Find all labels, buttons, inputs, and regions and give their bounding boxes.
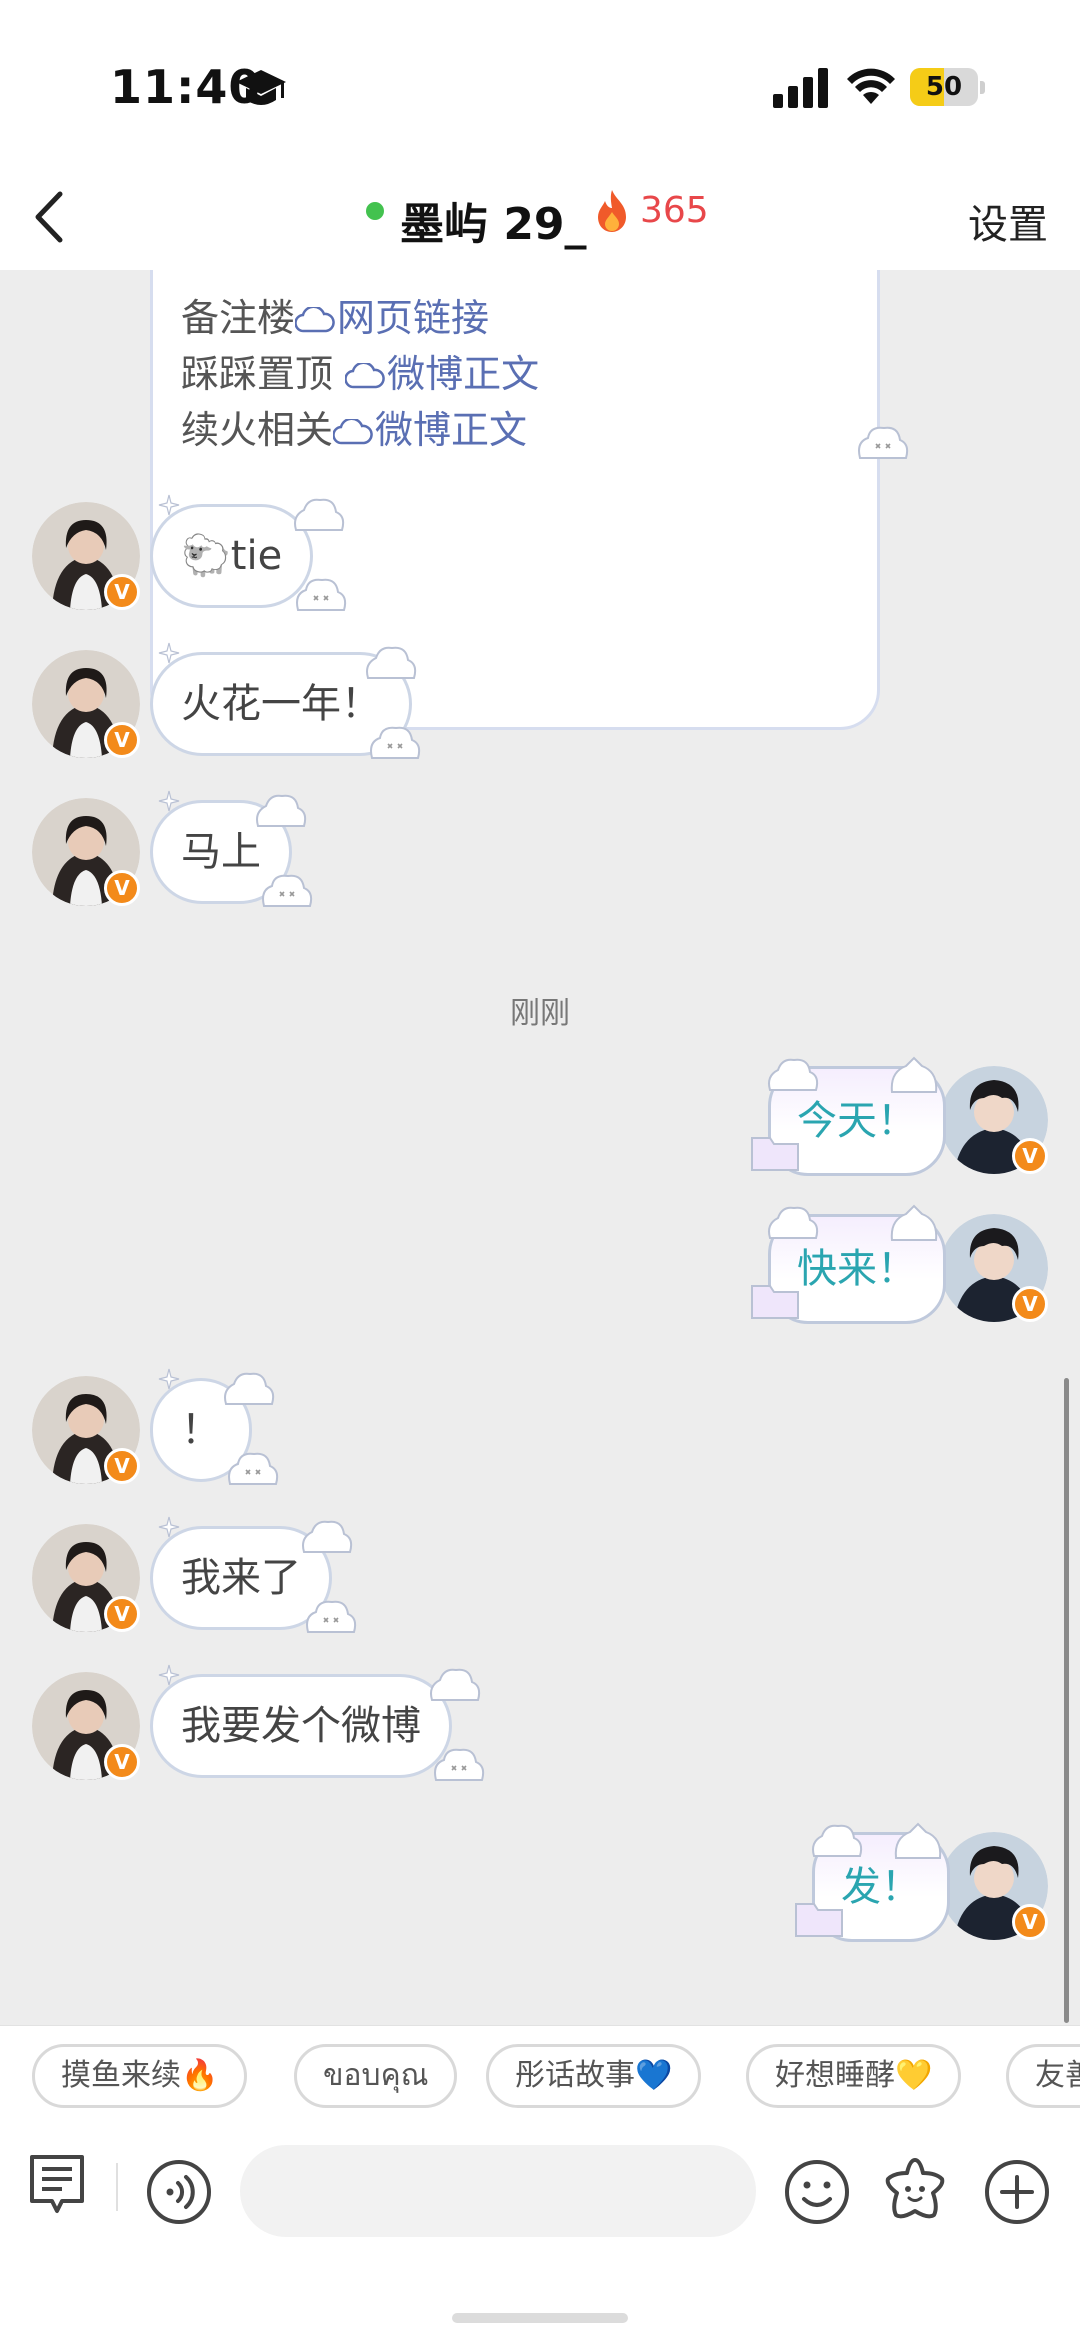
- add-icon[interactable]: [984, 2159, 1050, 2225]
- bubble-ghost-decoration: [858, 426, 909, 459]
- bubble-ghost-decoration: [430, 1668, 481, 1701]
- message-bubble[interactable]: 我要发个微博: [150, 1674, 452, 1778]
- folder-decoration: [751, 1137, 799, 1171]
- menu-list-icon[interactable]: [28, 2153, 86, 2217]
- message-input[interactable]: [240, 2145, 756, 2237]
- cloud-icon: [295, 307, 335, 333]
- bubble-ghost-decoration: [768, 1058, 819, 1091]
- bubble-ghost-decoration: [302, 1520, 353, 1553]
- contact-avatar[interactable]: V: [32, 1376, 140, 1484]
- my-avatar[interactable]: V: [940, 1214, 1048, 1322]
- cloud-icon: [333, 419, 373, 445]
- bubble-ghost-decoration: [224, 1372, 275, 1405]
- bubble-ghost-decoration: [812, 1824, 863, 1857]
- home-indicator: [452, 2313, 628, 2323]
- input-bar: [0, 2135, 1080, 2349]
- voice-icon[interactable]: [146, 2159, 212, 2225]
- emoji-icon[interactable]: [784, 2159, 850, 2225]
- verified-badge: V: [1012, 1138, 1048, 1174]
- graduation-cap-icon: [236, 70, 286, 105]
- verified-badge: V: [104, 1744, 140, 1780]
- card-link[interactable]: 微博正文: [375, 408, 527, 452]
- bubble-ghost-decoration: [890, 1204, 938, 1241]
- folder-decoration: [751, 1285, 799, 1319]
- chat-header: 墨屿 29_ 365 设置: [0, 170, 1080, 270]
- contact-avatar[interactable]: V: [32, 1672, 140, 1780]
- folder-decoration: [795, 1903, 843, 1937]
- quick-reply-chip[interactable]: ขอบคุณ: [294, 2044, 458, 2108]
- scrollbar[interactable]: [1064, 1378, 1069, 2023]
- divider: [116, 2163, 118, 2211]
- settings-button[interactable]: 设置: [968, 192, 1048, 250]
- quick-reply-chip[interactable]: 友善: [1006, 2044, 1080, 2108]
- chevron-left-icon[interactable]: [24, 182, 74, 252]
- chat-area[interactable]: 备注楼 网页链接 踩踩置顶 微博正文 续火相关 微博正文 V 🐑tie V 火花一年…: [0, 270, 1080, 2025]
- verified-badge: V: [104, 870, 140, 906]
- bubble-ghost-decoration: [768, 1206, 819, 1239]
- bubble-ghost-decoration: [894, 1822, 942, 1859]
- timestamp: 刚刚: [510, 996, 570, 1031]
- contact-avatar[interactable]: V: [32, 1524, 140, 1632]
- bubble-ghost-decoration: [370, 726, 421, 759]
- card-line: 续火相关 微博正文: [181, 408, 528, 452]
- verified-badge: V: [1012, 1286, 1048, 1322]
- bubble-ghost-decoration: [366, 646, 417, 679]
- bubble-ghost-decoration: [890, 1056, 938, 1093]
- my-avatar[interactable]: V: [940, 1832, 1048, 1940]
- online-status-dot: [366, 202, 384, 220]
- quick-reply-chip[interactable]: 摸鱼来续🔥: [32, 2044, 248, 2108]
- sticker-star-icon[interactable]: [880, 2155, 950, 2225]
- bubble-ghost-decoration: [228, 1452, 279, 1485]
- verified-badge: V: [104, 1448, 140, 1484]
- bubble-ghost-decoration: [306, 1600, 357, 1633]
- status-bar: 11:40 50: [0, 0, 1080, 170]
- wifi-icon: [847, 68, 895, 104]
- contact-name[interactable]: 墨屿 29_: [400, 188, 587, 252]
- verified-badge: V: [104, 722, 140, 758]
- card-line: 踩踩置顶 微博正文: [181, 352, 540, 396]
- contact-avatar[interactable]: V: [32, 502, 140, 610]
- bubble-ghost-decoration: [262, 874, 313, 907]
- card-link[interactable]: 微博正文: [387, 352, 539, 396]
- cloud-icon: [345, 363, 385, 389]
- battery-level: 50: [925, 72, 963, 102]
- verified-badge: V: [104, 574, 140, 610]
- battery-icon: 50: [910, 68, 985, 106]
- bubble-ghost-decoration: [294, 498, 345, 531]
- card-link[interactable]: 网页链接: [337, 296, 489, 340]
- fire-icon: [598, 190, 626, 232]
- card-line: 备注楼 网页链接: [181, 296, 490, 340]
- quick-reply-bar: 摸鱼来续🔥 ขอบคุณ 彤话故事💙 好想睡酵💛 友善: [0, 2025, 1080, 2135]
- verified-badge: V: [1012, 1904, 1048, 1940]
- quick-reply-chip[interactable]: 好想睡酵💛: [746, 2044, 962, 2108]
- bubble-ghost-decoration: [296, 578, 347, 611]
- bubble-ghost-decoration: [434, 1748, 485, 1781]
- quick-reply-chip[interactable]: 彤话故事💙: [486, 2044, 702, 2108]
- bubble-ghost-decoration: [256, 794, 307, 827]
- contact-avatar[interactable]: V: [32, 798, 140, 906]
- contact-avatar[interactable]: V: [32, 650, 140, 758]
- signal-icon: [773, 68, 828, 108]
- my-avatar[interactable]: V: [940, 1066, 1048, 1174]
- verified-badge: V: [104, 1596, 140, 1632]
- fire-count: 365: [640, 190, 709, 231]
